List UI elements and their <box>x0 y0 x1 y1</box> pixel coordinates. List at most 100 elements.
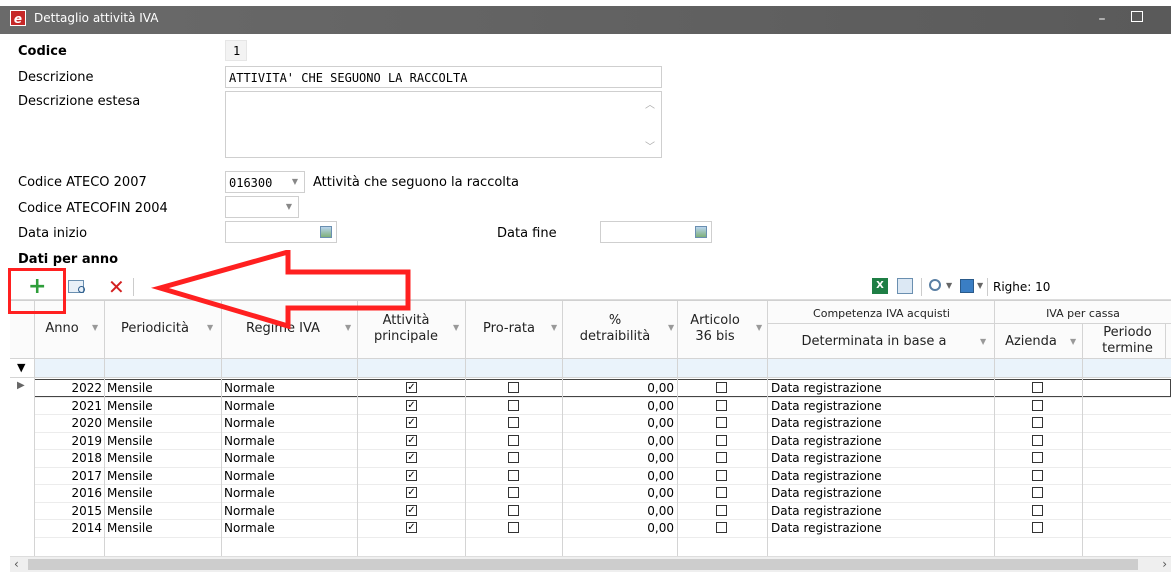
grid-line <box>767 358 768 557</box>
search-grid-icon[interactable] <box>68 280 85 293</box>
column-header-periodo-1[interactable]: Periodo <box>1084 325 1171 340</box>
checkbox-attivita-principale[interactable]: ✓ <box>406 504 417 516</box>
column-header-art-1[interactable]: Articolo <box>678 313 752 328</box>
column-header-attivita-2[interactable]: principale <box>358 329 454 344</box>
checkbox-azienda[interactable] <box>1032 434 1043 446</box>
columns-icon[interactable] <box>960 279 974 293</box>
checkbox-attivita-principale[interactable]: ✓ <box>406 487 417 498</box>
filter-dropdown-icon[interactable]: ▼ <box>551 323 557 332</box>
checkbox-art36[interactable] <box>716 399 727 411</box>
checkbox-art36[interactable] <box>716 469 727 481</box>
filter-icon[interactable]: ▼ <box>17 361 25 374</box>
calendar-icon[interactable] <box>320 226 332 238</box>
checkbox-azienda[interactable] <box>1032 522 1043 533</box>
grid-layout-icon[interactable] <box>897 278 913 294</box>
column-header-art-2[interactable]: 36 bis <box>678 329 752 344</box>
checkbox-azienda[interactable] <box>1032 487 1043 498</box>
filter-dropdown-icon[interactable]: ▼ <box>453 323 459 332</box>
descrizione-estesa-textarea[interactable]: ︿ ﹀ <box>225 91 662 158</box>
checkbox-art36[interactable] <box>716 522 727 533</box>
minimize-button[interactable]: – <box>1092 12 1112 28</box>
checkbox-prorata[interactable] <box>508 504 519 516</box>
checkbox-prorata[interactable] <box>508 434 519 446</box>
checkbox-prorata[interactable] <box>508 452 519 463</box>
column-header-prorata[interactable]: Pro-rata <box>466 321 552 336</box>
filter-dropdown-icon[interactable]: ▼ <box>756 323 762 332</box>
cell-regime: Normale <box>224 468 275 483</box>
checkbox-prorata[interactable] <box>508 522 519 533</box>
ateco2007-select[interactable]: 016300 ▼ <box>225 171 305 193</box>
checkbox-attivita-principale[interactable]: ✓ <box>406 469 417 481</box>
checkbox-azienda[interactable] <box>1032 382 1043 393</box>
toolbar-separator <box>133 278 134 296</box>
scroll-right-icon[interactable]: › <box>1162 557 1167 571</box>
data-fine-input[interactable] <box>600 221 712 243</box>
column-header-perc-2[interactable]: detraibilità <box>563 329 667 344</box>
maximize-button[interactable] <box>1131 11 1143 22</box>
grid-line <box>357 358 358 557</box>
checkbox-azienda[interactable] <box>1032 504 1043 516</box>
checkbox-attivita-principale[interactable]: ✓ <box>406 452 417 463</box>
grid-line <box>677 301 678 358</box>
descrizione-input[interactable]: ATTIVITA' CHE SEGUONO LA RACCOLTA <box>225 66 662 88</box>
toolbar-separator <box>921 278 922 296</box>
grid-line <box>10 377 1171 378</box>
checkbox-attivita-principale[interactable]: ✓ <box>406 417 417 428</box>
scroll-left-icon[interactable]: ‹ <box>14 557 19 571</box>
checkbox-azienda[interactable] <box>1032 417 1043 428</box>
column-header-periodo-2[interactable]: termine <box>1084 341 1171 356</box>
checkbox-art36[interactable] <box>716 452 727 463</box>
filter-dropdown-icon[interactable]: ▼ <box>980 337 986 346</box>
cell-determinata: Data registrazione <box>771 468 882 483</box>
data-inizio-input[interactable] <box>225 221 337 243</box>
filter-dropdown-icon[interactable]: ▼ <box>92 323 98 332</box>
scroll-up-icon[interactable]: ︿ <box>645 96 655 111</box>
checkbox-art36[interactable] <box>716 417 727 428</box>
calendar-icon[interactable] <box>695 226 707 238</box>
checkbox-attivita-principale[interactable]: ✓ <box>406 382 417 393</box>
cell-periodicita: Mensile <box>107 503 153 518</box>
column-header-azienda[interactable]: Azienda <box>995 334 1067 349</box>
checkbox-art36[interactable] <box>716 504 727 516</box>
checkbox-art36[interactable] <box>716 434 727 446</box>
grid-line <box>34 536 1171 538</box>
scrollbar-thumb[interactable] <box>28 559 1138 570</box>
checkbox-prorata[interactable] <box>508 417 519 428</box>
cell-anno: 2014 <box>71 521 102 535</box>
column-header-determinata[interactable]: Determinata in base a <box>770 334 978 349</box>
chevron-down-icon[interactable]: ▼ <box>977 281 983 290</box>
checkbox-azienda[interactable] <box>1032 399 1043 411</box>
filter-dropdown-icon[interactable]: ▼ <box>1070 337 1076 346</box>
toolbar-separator <box>987 278 988 296</box>
atecofin-select[interactable]: ▼ <box>225 196 299 218</box>
cell-determinata: Data registrazione <box>771 521 882 535</box>
checkbox-attivita-principale[interactable]: ✓ <box>406 522 417 533</box>
horizontal-scrollbar[interactable]: ‹ › <box>10 556 1171 572</box>
delete-row-button[interactable]: ✕ <box>108 275 125 299</box>
window-title: Dettaglio attività IVA <box>34 11 159 25</box>
excel-export-icon[interactable]: X <box>872 278 888 294</box>
checkbox-prorata[interactable] <box>508 487 519 498</box>
checkbox-art36[interactable] <box>716 487 727 498</box>
checkbox-art36[interactable] <box>716 382 727 393</box>
checkbox-prorata[interactable] <box>508 399 519 411</box>
column-header-perc-1[interactable]: % <box>563 313 667 328</box>
checkbox-attivita-principale[interactable]: ✓ <box>406 399 417 411</box>
checkbox-prorata[interactable] <box>508 469 519 481</box>
column-header-anno[interactable]: Anno <box>34 321 90 336</box>
filter-dropdown-icon[interactable]: ▼ <box>668 323 674 332</box>
scroll-down-icon[interactable]: ﹀ <box>645 138 655 153</box>
chevron-down-icon[interactable]: ▼ <box>288 172 302 192</box>
checkbox-azienda[interactable] <box>1032 452 1043 463</box>
section-title: Dati per anno <box>18 252 119 267</box>
checkbox-attivita-principale[interactable]: ✓ <box>406 434 417 446</box>
annotation-highlight-box <box>8 268 66 314</box>
filter-row[interactable] <box>34 359 1171 377</box>
zoom-icon[interactable] <box>929 279 941 291</box>
checkbox-prorata[interactable] <box>508 382 519 393</box>
cell-determinata: Data registrazione <box>771 486 882 500</box>
chevron-down-icon[interactable]: ▼ <box>946 281 952 290</box>
cell-anno: 2021 <box>71 398 102 413</box>
checkbox-azienda[interactable] <box>1032 469 1043 481</box>
chevron-down-icon[interactable]: ▼ <box>282 197 296 217</box>
